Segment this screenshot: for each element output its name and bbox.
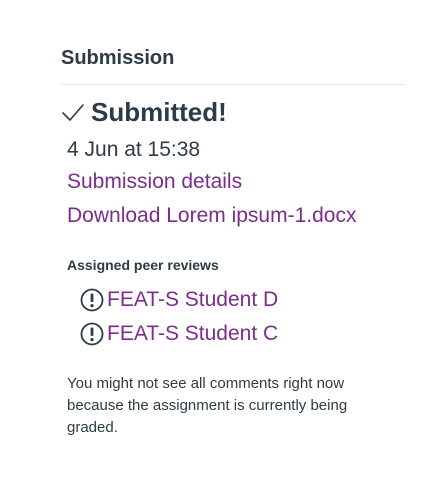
peer-review-item[interactable]: FEAT-S Student C xyxy=(79,317,406,351)
peer-reviews-list: FEAT-S Student D FEAT-S Student C xyxy=(61,283,406,351)
submission-details-link[interactable]: Submission details xyxy=(61,165,406,199)
download-submission-link[interactable]: Download Lorem ipsum-1.docx xyxy=(61,199,406,233)
warning-icon xyxy=(79,287,105,313)
peer-reviews-heading: Assigned peer reviews xyxy=(67,257,219,273)
check-icon xyxy=(61,100,85,124)
section-title: Submission xyxy=(61,44,406,85)
peer-review-label: FEAT-S Student C xyxy=(107,322,279,345)
status-text: Submitted! xyxy=(91,97,227,127)
warning-icon xyxy=(79,321,105,347)
submission-panel: Submission Submitted! 4 Jun at 15:38 Sub… xyxy=(61,44,406,439)
peer-review-item[interactable]: FEAT-S Student D xyxy=(79,283,406,317)
submission-date: 4 Jun at 15:38 xyxy=(67,138,201,161)
submission-status: Submitted! xyxy=(61,95,406,129)
peer-review-label: FEAT-S Student D xyxy=(107,288,279,311)
grading-note: You might not see all comments right now… xyxy=(67,375,348,436)
